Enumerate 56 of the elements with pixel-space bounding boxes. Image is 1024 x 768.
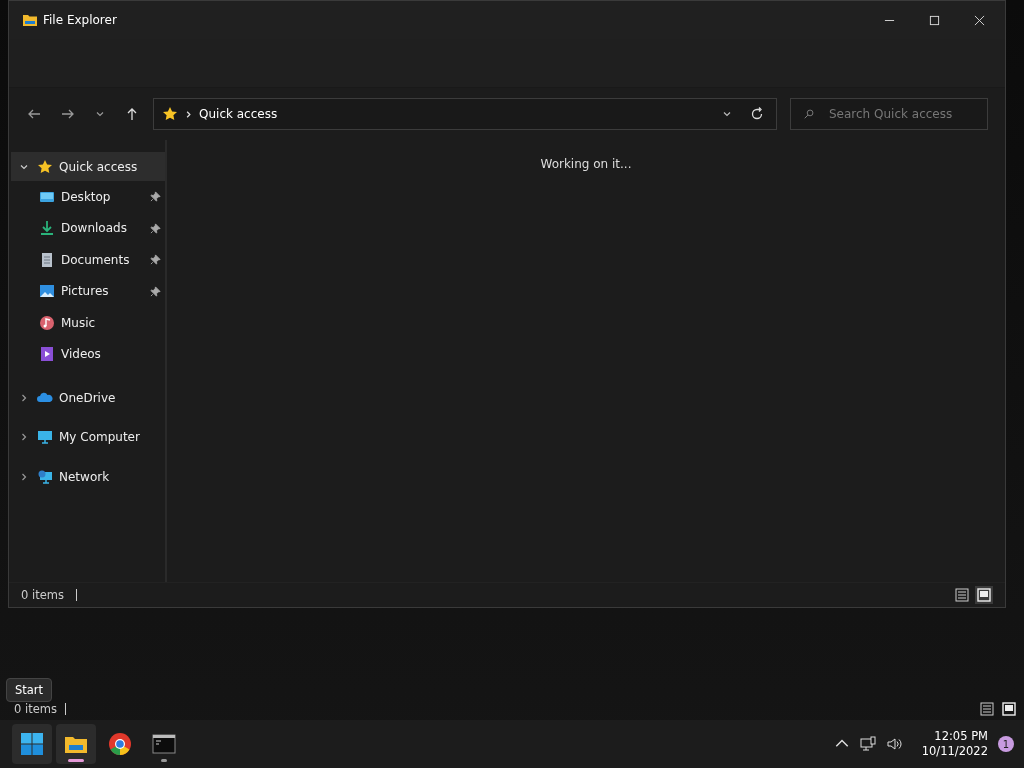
- chevron-right-icon[interactable]: [19, 471, 29, 482]
- address-bar[interactable]: Quick access: [153, 98, 777, 130]
- document-icon: [39, 251, 55, 268]
- search-icon: [804, 109, 814, 119]
- back-arrow-icon[interactable]: [27, 107, 41, 121]
- tiles-view-button[interactable]: [975, 586, 993, 604]
- network-icon: [37, 468, 53, 485]
- refresh-icon[interactable]: [750, 107, 764, 121]
- details-view-button[interactable]: [953, 586, 971, 604]
- item-count: 0 items: [14, 702, 57, 716]
- forward-arrow-icon[interactable]: [61, 107, 75, 121]
- window-title: File Explorer: [43, 13, 117, 27]
- time: 12:05 PM: [934, 729, 988, 744]
- sidebar-item[interactable]: My Computer: [11, 417, 165, 457]
- chevron-down-icon[interactable]: [722, 109, 732, 119]
- chevron-right-icon: [184, 109, 193, 119]
- search-field[interactable]: Search Quick access: [790, 98, 988, 130]
- browser-icon: [108, 732, 132, 756]
- chevron-right-icon[interactable]: [19, 392, 29, 403]
- sidebar-item[interactable]: Quick access: [11, 152, 165, 181]
- taskbar-button[interactable]: [56, 724, 96, 764]
- up-arrow-icon[interactable]: [125, 107, 139, 121]
- tooltip: Start: [6, 678, 53, 702]
- taskbar-button[interactable]: [12, 724, 52, 764]
- tiles-view-icon: [1000, 700, 1018, 718]
- star-icon: [162, 106, 178, 122]
- details-view-icon: [978, 700, 996, 718]
- notification-badge[interactable]: 1: [998, 736, 1014, 752]
- item-count: 0 items: [21, 588, 64, 602]
- close-icon[interactable]: [974, 14, 985, 26]
- chevron-right-icon[interactable]: [19, 432, 29, 443]
- folder-icon: [22, 12, 38, 28]
- breadcrumb[interactable]: Quick access: [199, 107, 278, 121]
- video-icon: [39, 346, 55, 363]
- sidebar-item[interactable]: Pictures: [11, 275, 165, 307]
- sidebar-item[interactable]: Downloads: [11, 212, 165, 244]
- speaker-icon[interactable]: [885, 736, 902, 752]
- clock[interactable]: 12:05 PM 10/11/2022: [921, 729, 988, 759]
- network-icon[interactable]: [859, 736, 876, 752]
- maximize-icon[interactable]: [929, 14, 940, 26]
- download-icon: [39, 220, 55, 237]
- star-icon: [37, 158, 53, 175]
- pictures-icon: [39, 283, 55, 300]
- terminal-icon: [152, 732, 176, 756]
- loading-message: Working on it...: [540, 157, 632, 173]
- monitor-icon: [37, 429, 53, 446]
- date: 10/11/2022: [921, 744, 988, 759]
- sidebar-item[interactable]: OneDrive: [11, 378, 165, 418]
- music-icon: [39, 314, 55, 331]
- sidebar-item[interactable]: Videos: [11, 338, 165, 370]
- sidebar-item[interactable]: Documents: [11, 244, 165, 276]
- sidebar-item[interactable]: Desktop: [11, 181, 165, 213]
- chevron-down-icon[interactable]: [95, 109, 105, 119]
- windows-logo-icon: [20, 732, 44, 756]
- sidebar-item[interactable]: Network: [11, 457, 165, 497]
- sidebar-item[interactable]: Music: [11, 307, 165, 339]
